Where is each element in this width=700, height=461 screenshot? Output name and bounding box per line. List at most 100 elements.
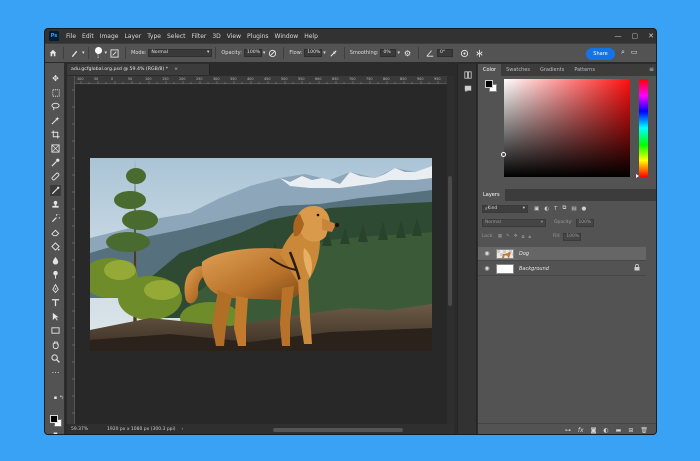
panel-menu-icon[interactable]: ≡ (649, 66, 654, 73)
menu-edit[interactable]: Edit (79, 33, 97, 40)
close-tab-icon[interactable]: × (174, 67, 178, 72)
crop-icon[interactable] (50, 129, 61, 140)
eyedropper-icon[interactable] (50, 157, 61, 168)
menu-3d[interactable]: 3D (209, 33, 223, 40)
brush-icon[interactable] (50, 185, 61, 196)
healing-icon[interactable] (50, 171, 61, 182)
tab-color[interactable]: Color (478, 64, 502, 76)
filter-pixel-icon[interactable]: ▣ (534, 206, 539, 212)
stamp-icon[interactable] (50, 199, 61, 210)
mode-select[interactable]: Normal ▾ (148, 49, 213, 57)
comments-icon[interactable] (463, 84, 473, 94)
lock-transparent-icon[interactable]: ▦ (498, 234, 502, 239)
layer-row-background[interactable]: ◉ Background (478, 262, 646, 276)
close-window-button[interactable]: ✕ (648, 32, 654, 40)
lock-position-icon[interactable]: ✥ (514, 234, 518, 239)
maximize-button[interactable]: ▢ (632, 32, 639, 40)
color-foreground-swatch[interactable] (485, 80, 493, 88)
properties-icon[interactable] (463, 70, 473, 80)
lock-pixels-icon[interactable]: ✎ (506, 234, 510, 239)
angle-field[interactable]: 0° (437, 49, 453, 57)
document-tab[interactable]: adu.gcfglobal.org.psd @ 59.4% (RGB/8) * … (67, 64, 210, 75)
more-icon[interactable]: ⋯ (50, 367, 61, 378)
new-layer-icon[interactable]: ⊞ (628, 427, 633, 434)
smoothing-field[interactable]: 0% (380, 49, 397, 57)
vertical-scrollbar[interactable] (447, 76, 454, 424)
chevron-down-icon[interactable]: ▾ (263, 50, 266, 56)
filter-toggle-icon[interactable]: ● (582, 206, 587, 212)
lock-icon[interactable] (634, 263, 640, 273)
zoom-icon[interactable] (50, 353, 61, 364)
tab-gradients[interactable]: Gradients (535, 64, 569, 76)
menu-filter[interactable]: Filter (189, 33, 210, 40)
scrollbar-thumb[interactable] (448, 176, 452, 306)
chevron-down-icon[interactable]: ▾ (82, 50, 85, 56)
eye-icon[interactable]: ◉ (482, 265, 492, 272)
menu-file[interactable]: File (63, 33, 79, 40)
opacity-field[interactable]: 100% (243, 49, 262, 57)
horizontal-ruler[interactable]: 100 50 0 50 100 150 200 250 300 350 400 450 500 550 60… (75, 76, 447, 84)
brush-settings-icon[interactable] (109, 48, 120, 59)
layer-filter-select[interactable]: ⌕ Kind ▾ (482, 204, 528, 213)
foreground-color-swatch[interactable] (50, 415, 58, 423)
mask-icon[interactable]: ◙ (591, 427, 597, 434)
magic-wand-icon[interactable] (50, 115, 61, 126)
vertical-ruler[interactable] (67, 76, 75, 424)
tab-layers[interactable]: Layers (478, 189, 505, 201)
share-button[interactable]: Share (586, 48, 615, 60)
fx-icon[interactable]: fx (578, 427, 584, 434)
horizontal-scrollbar-thumb[interactable] (273, 428, 403, 432)
layer-name-background[interactable]: Background (519, 266, 549, 272)
chevron-down-icon[interactable]: ▾ (397, 50, 400, 56)
hue-slider[interactable] (639, 79, 648, 177)
path-select-icon[interactable] (50, 311, 61, 322)
move-icon[interactable]: ✥ (50, 73, 61, 84)
rectangle-icon[interactable] (50, 325, 61, 336)
tab-swatches[interactable]: Swatches (501, 64, 535, 76)
trash-icon[interactable]: 🗑︎ (640, 427, 648, 434)
color-picker-field[interactable] (504, 79, 630, 177)
lock-artboard-icon[interactable]: ⧈ (522, 234, 525, 240)
adjustment-icon[interactable]: ◐ (603, 427, 608, 434)
filter-smart-object-icon[interactable]: ▤ (571, 206, 576, 212)
eye-icon[interactable]: ◉ (482, 250, 492, 257)
bucket-icon[interactable] (50, 241, 61, 252)
quick-mask-icon[interactable]: ◘ (50, 430, 61, 434)
blend-mode-select[interactable]: Normal ▾ (482, 218, 546, 227)
pen-icon[interactable] (50, 283, 61, 294)
history-brush-icon[interactable] (50, 213, 61, 224)
tab-patterns[interactable]: Patterns (569, 64, 600, 76)
link-icon[interactable]: ⊶ (565, 427, 571, 434)
symmetry-icon[interactable] (474, 48, 485, 59)
pressure-size-icon[interactable] (459, 48, 470, 59)
layer-row-dog[interactable]: ◉ Dog (478, 247, 646, 261)
brush-tool-preset-icon[interactable] (69, 48, 80, 59)
type-icon[interactable] (50, 297, 61, 308)
dodge-icon[interactable] (50, 269, 61, 280)
menu-plugins[interactable]: Plugins (244, 33, 272, 40)
chevron-down-icon[interactable]: ▾ (105, 50, 108, 56)
lock-all-icon[interactable]: 🔒︎ (528, 234, 530, 240)
canvas-image-dog[interactable] (90, 158, 432, 351)
workspace-icon[interactable]: ▭ (631, 48, 638, 57)
menu-image[interactable]: Image (97, 33, 122, 40)
hand-icon[interactable] (50, 339, 61, 350)
filter-adjustment-icon[interactable]: ◐ (544, 206, 549, 212)
menu-window[interactable]: Window (272, 33, 302, 40)
minimize-button[interactable]: — (615, 32, 622, 40)
pressure-opacity-icon[interactable] (267, 48, 278, 59)
lasso-icon[interactable] (50, 101, 61, 112)
menu-type[interactable]: Type (144, 33, 164, 40)
layer-name-dog[interactable]: Dog (519, 251, 529, 257)
color-picker-cursor[interactable] (501, 152, 506, 157)
swap-colors-icon[interactable]: ↰ (56, 393, 67, 404)
menu-view[interactable]: View (224, 33, 244, 40)
filter-type-icon[interactable]: T (554, 206, 557, 212)
brush-size-picker[interactable]: 1 (94, 47, 102, 59)
flow-field[interactable]: 100% (304, 49, 323, 57)
status-menu-arrow[interactable]: › (182, 427, 184, 432)
eraser-icon[interactable] (50, 227, 61, 238)
search-icon[interactable]: ⌕ (621, 48, 625, 57)
blur-icon[interactable] (50, 255, 61, 266)
marquee-icon[interactable] (50, 87, 61, 98)
